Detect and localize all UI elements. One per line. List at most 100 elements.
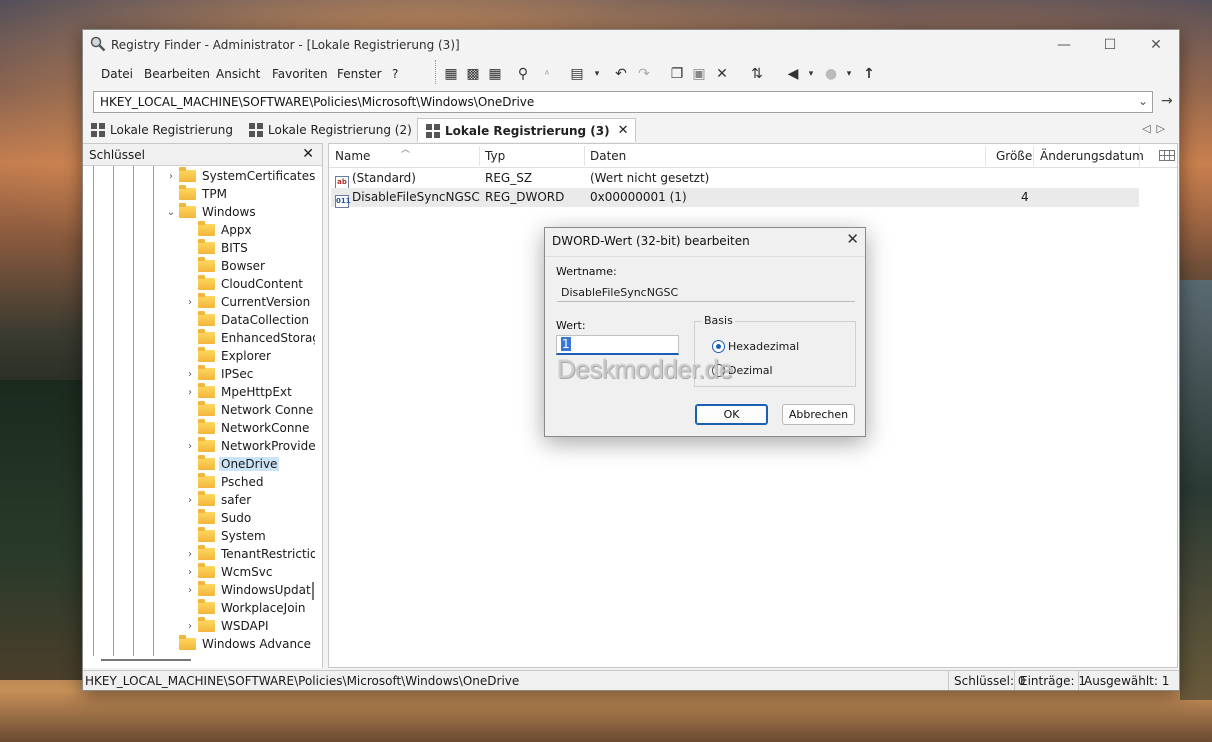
tree-item[interactable]: System [184,527,268,545]
address-bar[interactable]: HKEY_LOCAL_MACHINE\SOFTWARE\Policies\Mic… [93,91,1153,113]
back-icon[interactable]: ◀ [783,65,803,83]
tree-item[interactable]: Appx [184,221,254,239]
tree-item[interactable]: Windows Advance [165,635,313,653]
column-divider[interactable] [479,146,480,166]
registry-hive-icon[interactable]: ▩ [463,65,483,83]
export-dropdown-icon[interactable]: ▾ [587,65,607,83]
address-input[interactable]: HKEY_LOCAL_MACHINE\SOFTWARE\Policies\Mic… [100,95,534,109]
column-modified[interactable]: Änderungsdatum [1040,149,1144,163]
copy-icon[interactable]: ❐ [667,65,687,83]
forward-icon[interactable]: ● [821,65,841,83]
chevron-down-icon[interactable]: ⌄ [1138,94,1148,108]
tree-item[interactable]: › WcmSvc [184,563,274,581]
tree-item[interactable]: › NetworkProvide [184,437,315,455]
menu-fenster[interactable]: Fenster [337,67,382,81]
list-row[interactable]: 011DisableFileSyncNGSC REG_DWORD 0x00000… [331,188,1139,208]
tree-item[interactable]: Bowser [184,257,267,275]
ok-button[interactable]: OK [695,404,768,425]
chevron-right-icon[interactable]: › [165,171,177,182]
tree-item[interactable]: › WSDAPI [184,617,271,635]
chevron-right-icon[interactable]: › [184,441,196,452]
close-panel-icon[interactable]: ✕ [302,146,314,162]
radio-hexadecimal[interactable]: Hexadezimal [712,340,799,353]
radio-hexadecimal-label: Hexadezimal [728,340,800,353]
tab-lokale-registrierung-3[interactable]: Lokale Registrierung (3) ✕ [417,118,636,142]
forward-dropdown-icon[interactable]: ▾ [839,65,859,83]
column-divider[interactable] [584,146,585,166]
cancel-button[interactable]: Abbrechen [782,404,855,425]
column-size[interactable]: Größe [996,149,1032,163]
chevron-right-icon[interactable]: › [184,549,196,560]
tree-item[interactable]: DataCollection [184,311,311,329]
menu-help[interactable]: ? [392,67,398,81]
parent-key-icon[interactable]: ↑ [859,65,879,83]
tree-item[interactable]: › SystemCertificates [165,167,315,185]
chevron-right-icon[interactable]: › [184,369,196,380]
menu-bearbeiten[interactable]: Bearbeiten [144,67,210,81]
paste-icon[interactable]: ▣ [689,65,709,83]
menu-datei[interactable]: Datei [101,67,133,81]
column-divider[interactable] [1139,146,1140,166]
close-window-button[interactable]: ✕ [1133,30,1179,60]
tree-item[interactable]: › safer [184,491,253,509]
tree-item-label: System [221,529,266,543]
tree-item[interactable]: › MpeHttpExt [184,383,294,401]
chevron-right-icon[interactable]: › [184,495,196,506]
column-chooser-icon[interactable] [1159,150,1175,161]
registry-settings-icon[interactable]: ▦ [485,65,505,83]
tree-item[interactable]: EnhancedStorag [184,329,315,347]
chevron-right-icon[interactable]: › [184,297,196,308]
chevron-right-icon[interactable]: › [184,387,196,398]
magnifier-app-icon [90,36,106,52]
delete-icon[interactable]: ✕ [712,65,732,83]
tree-item[interactable]: › WindowsUpdat [184,581,313,599]
tree-item[interactable]: › TenantRestrictio [184,545,315,563]
tree-item[interactable]: TPM [165,185,229,203]
value-data-input[interactable]: 1 [556,335,679,355]
refresh-icon[interactable]: ⇅ [747,65,767,83]
chevron-down-icon[interactable]: ⌄ [165,207,177,218]
tree-vertical-scrollbar[interactable] [312,582,314,600]
tree-item[interactable]: Psched [184,473,265,491]
tree-item[interactable]: BITS [184,239,250,257]
tab-lokale-registrierung-1[interactable]: Lokale Registrierung [83,118,233,142]
close-dialog-icon[interactable]: ✕ [846,230,859,248]
column-type[interactable]: Typ [485,149,505,163]
column-divider[interactable] [985,146,986,166]
tree-item[interactable]: CloudContent [184,275,305,293]
radio-checked-icon[interactable] [712,340,725,353]
key-tree[interactable]: › SystemCertificates TPM ⌄ Windows Appx BITS Bo… [83,166,315,656]
tree-item[interactable]: › CurrentVersion [184,293,312,311]
chevron-right-icon[interactable]: › [184,567,196,578]
maximize-button[interactable]: ☐ [1087,30,1133,60]
search-icon[interactable]: ⚲ [513,65,533,83]
list-row[interactable]: ab (Standard) REG_SZ (Wert nicht gesetzt) [331,169,1139,189]
column-data[interactable]: Daten [590,149,626,163]
replace-icon[interactable]: ᴬ [537,65,557,83]
chevron-right-icon[interactable]: › [184,585,196,596]
tree-horizontal-scrollbar[interactable] [101,659,191,661]
tree-item[interactable]: Network Conne [184,401,315,419]
tab-lokale-registrierung-2[interactable]: Lokale Registrierung (2) [241,118,412,142]
column-divider[interactable] [1033,146,1034,166]
tree-item[interactable]: OneDrive [184,455,280,473]
tree-item[interactable]: NetworkConne [184,419,311,437]
back-dropdown-icon[interactable]: ▾ [801,65,821,83]
export-icon[interactable]: ▤ [567,65,587,83]
minimize-button[interactable]: — [1041,30,1087,60]
tab-scroll-arrows[interactable]: ◁▷ [1142,122,1171,135]
tree-item[interactable]: ⌄ Windows [165,203,258,221]
chevron-right-icon[interactable]: › [184,621,196,632]
go-arrow-icon[interactable]: → [1161,93,1173,109]
tree-item[interactable]: Explorer [184,347,273,365]
new-tab-icon[interactable]: ▦ [441,65,461,83]
column-name[interactable]: Name [335,149,370,163]
tree-item[interactable]: Sudo [184,509,253,527]
menu-ansicht[interactable]: Ansicht [216,67,260,81]
tree-item[interactable]: WorkplaceJoin [184,599,308,617]
close-tab-icon[interactable]: ✕ [618,123,629,138]
undo-icon[interactable]: ↶ [611,65,631,83]
redo-icon[interactable]: ↷ [634,65,654,83]
menu-favoriten[interactable]: Favoriten [272,67,328,81]
tree-item[interactable]: › IPSec [184,365,255,383]
